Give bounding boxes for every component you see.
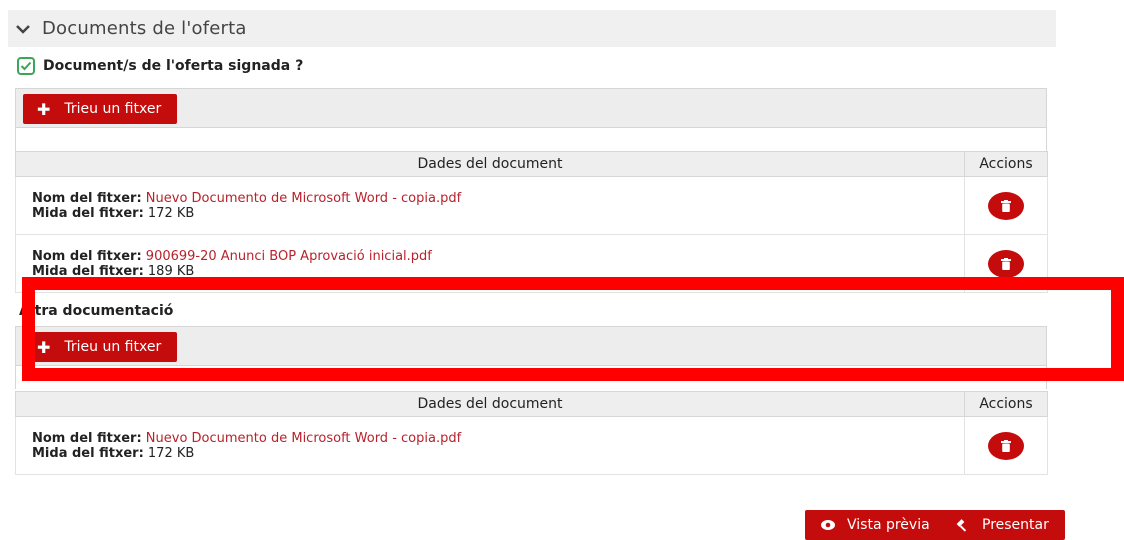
upload-bar-other: ✚ Trieu un fitxer	[15, 326, 1047, 366]
col-header-data: Dades del document	[15, 151, 965, 177]
choose-file-label: Trieu un fitxer	[64, 101, 162, 117]
trash-icon	[1001, 439, 1011, 452]
delete-file-button[interactable]	[988, 191, 1024, 220]
gavel-icon	[956, 519, 967, 532]
checkbox-checked-icon	[17, 57, 35, 75]
file-name-link[interactable]: Nuevo Documento de Microsoft Word - copi…	[146, 431, 461, 446]
upload-bar-signed: ✚ Trieu un fitxer	[15, 88, 1047, 128]
help-icon[interactable]: ?	[295, 58, 303, 74]
plus-icon: ✚	[37, 337, 51, 357]
signed-docs-table: Dades del document Accions Nom del fitxe…	[15, 151, 1048, 293]
file-name-label: Nom del fitxer:	[32, 190, 142, 206]
choose-file-button-other[interactable]: ✚ Trieu un fitxer	[23, 332, 178, 362]
table-row: Nom del fitxer: Nuevo Documento de Micro…	[15, 176, 1048, 235]
table-row: Nom del fitxer: 900699-20 Anunci BOP Apr…	[15, 234, 1048, 293]
file-size-label: Mida del fitxer:	[32, 263, 144, 279]
chevron-down-icon[interactable]	[16, 22, 30, 36]
other-docs-table: Dades del document Accions Nom del fitxe…	[15, 391, 1048, 475]
preview-label: Vista prèvia	[847, 517, 930, 533]
file-size-label: Mida del fitxer:	[32, 205, 144, 221]
choose-file-button-signed[interactable]: ✚ Trieu un fitxer	[23, 94, 178, 124]
table-row: Nom del fitxer: Nuevo Documento de Micro…	[15, 416, 1048, 475]
file-name-link[interactable]: Nuevo Documento de Microsoft Word - copi…	[146, 191, 461, 206]
plus-icon: ✚	[37, 99, 51, 119]
other-docs-label: Altra documentació	[19, 303, 174, 319]
file-size-label: Mida del fitxer:	[32, 445, 144, 461]
trash-icon	[1001, 257, 1011, 270]
section-header[interactable]: Documents de l'oferta	[8, 10, 1056, 47]
file-name-label: Nom del fitxer:	[32, 430, 142, 446]
file-size: 172 KB	[147, 445, 195, 461]
delete-file-button[interactable]	[988, 431, 1024, 460]
delete-file-button[interactable]	[988, 249, 1024, 278]
upload-area-signed	[15, 128, 1047, 151]
choose-file-label: Trieu un fitxer	[64, 339, 162, 355]
submit-label: Presentar	[982, 517, 1049, 533]
file-name-link[interactable]: 900699-20 Anunci BOP Aprovació inicial.p…	[146, 249, 432, 264]
file-name-label: Nom del fitxer:	[32, 248, 142, 264]
trash-icon	[1001, 199, 1011, 212]
col-header-actions: Accions	[964, 391, 1048, 417]
signed-docs-requirement: Document/s de l'oferta signada ?	[17, 57, 303, 75]
section-title: Documents de l'oferta	[42, 18, 247, 39]
signed-docs-label: Document/s de l'oferta signada	[43, 58, 291, 74]
eye-icon	[821, 520, 835, 530]
col-header-actions: Accions	[964, 151, 1048, 177]
file-size: 172 KB	[147, 205, 195, 221]
col-header-data: Dades del document	[15, 391, 965, 417]
file-size: 189 KB	[147, 263, 195, 279]
upload-area-other	[15, 366, 1047, 389]
